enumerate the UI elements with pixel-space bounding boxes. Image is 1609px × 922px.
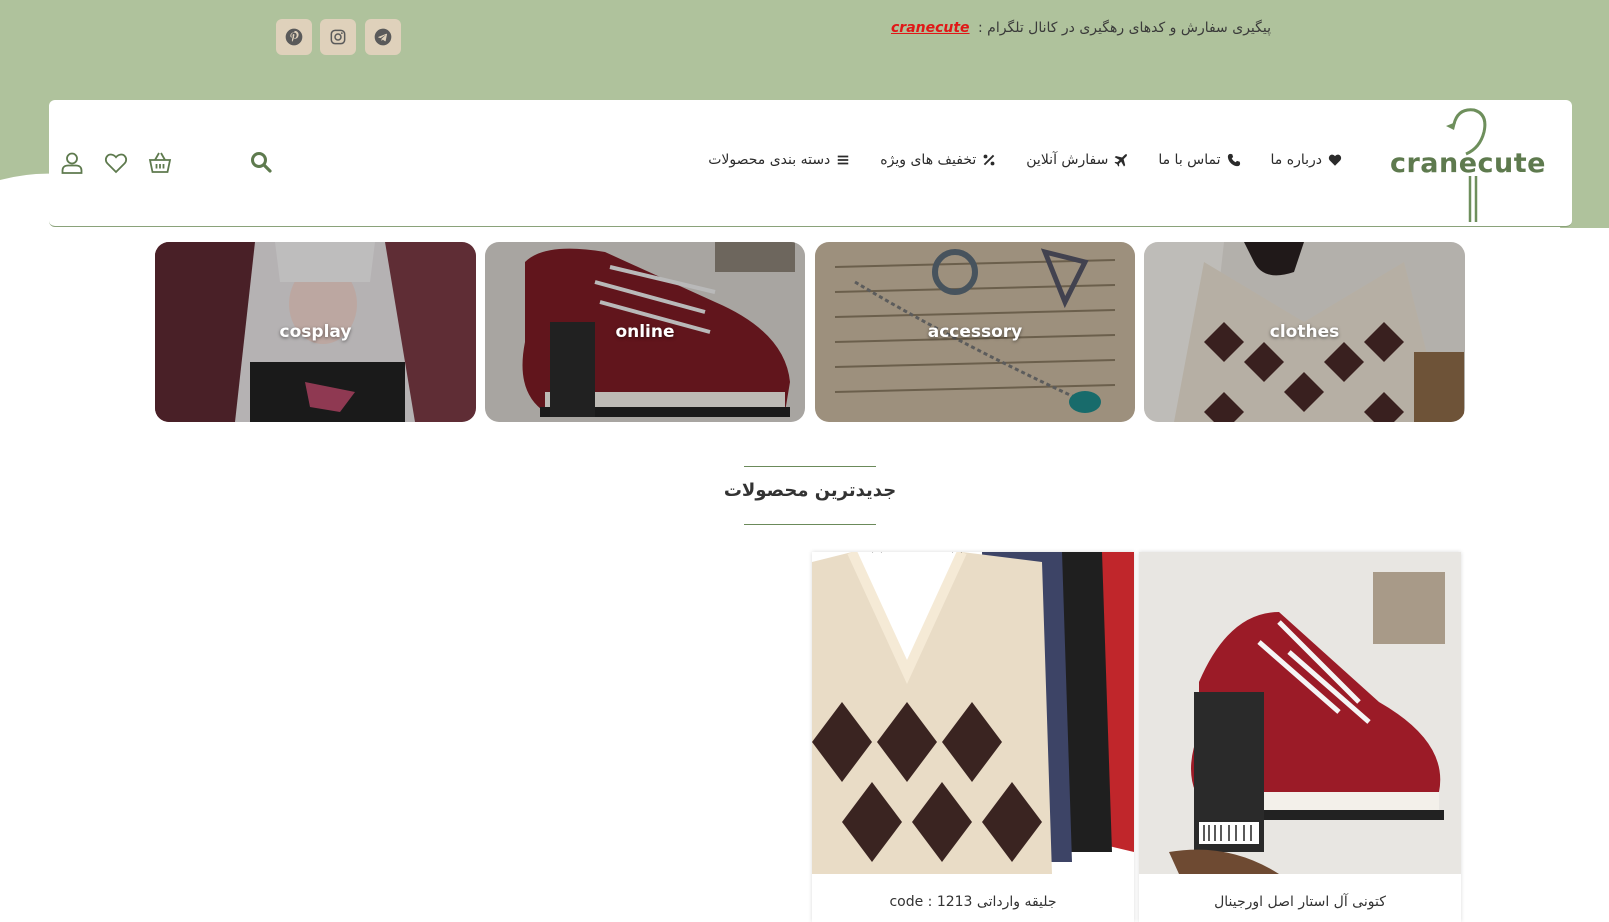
nav-item-discounts[interactable]: تخفیف های ویژه [880, 152, 996, 168]
nav-item-about[interactable]: درباره ما [1271, 152, 1342, 168]
nav-label: تماس با ما [1158, 152, 1221, 168]
site-logo[interactable]: cranecute [1390, 104, 1546, 224]
instagram-button[interactable] [320, 19, 356, 55]
plane-icon [1114, 154, 1128, 167]
search-button[interactable] [249, 150, 273, 174]
category-label: cosplay [279, 322, 352, 342]
instagram-icon [330, 29, 346, 45]
nav-label: درباره ما [1270, 152, 1322, 168]
section-divider-top [744, 466, 876, 467]
product-image [1139, 552, 1461, 874]
nav-label: سفارش آنلاین [1026, 152, 1109, 168]
heart-icon [1328, 154, 1342, 166]
section-title: جدیدترین محصولات [723, 480, 897, 501]
category-online[interactable]: online [485, 242, 805, 422]
announcement-message: پیگیری سفارش و کدهای رهگیری در کانال تلگ… [978, 20, 1271, 36]
sneaker-image [1139, 552, 1461, 874]
telegram-icon [374, 28, 392, 46]
category-cosplay[interactable]: cosplay [155, 242, 476, 422]
product-card[interactable]: کتونی آل استار اصل اورجینال [1139, 552, 1461, 922]
nav-label: دسته بندی محصولات [708, 152, 831, 168]
section-divider-bottom [744, 524, 876, 525]
wishlist-button[interactable] [103, 150, 129, 176]
logo-text: cranecute [1389, 148, 1546, 179]
telegram-button[interactable] [365, 19, 401, 55]
category-accessory[interactable]: accessory [815, 242, 1135, 422]
category-label: clothes [1269, 322, 1340, 342]
account-button[interactable] [59, 150, 85, 176]
nav-item-contact[interactable]: تماس با ما [1158, 152, 1240, 168]
pinterest-icon [285, 28, 303, 46]
main-header: cranecute دسته بندی محصولات تخفیف های وی… [49, 100, 1572, 227]
pinterest-button[interactable] [276, 19, 312, 55]
cart-button[interactable] [147, 150, 173, 176]
announcement-text: پیگیری سفارش و کدهای رهگیری در کانال تلگ… [891, 20, 1271, 36]
nav-item-online-order[interactable]: سفارش آنلاین [1026, 152, 1128, 168]
vest-image [812, 552, 1134, 874]
category-label: accessory [927, 322, 1023, 342]
nav-item-categories[interactable]: دسته بندی محصولات [708, 152, 850, 168]
category-label: online [615, 322, 675, 342]
product-image [812, 552, 1134, 874]
user-icon [61, 152, 83, 174]
category-clothes[interactable]: clothes [1144, 242, 1465, 422]
telegram-channel-link[interactable]: cranecute [891, 20, 970, 36]
heart-outline-icon [104, 153, 128, 174]
announcement-bar: پیگیری سفارش و کدهای رهگیری در کانال تلگ… [0, 0, 1609, 72]
product-card[interactable]: جلیقه وارداتی code : 1213 [812, 552, 1134, 922]
search-icon [251, 152, 272, 173]
main-nav: دسته بندی محصولات تخفیف های ویژه سفارش آ… [708, 152, 1342, 168]
percent-icon [983, 154, 995, 166]
basket-icon [148, 152, 172, 173]
menu-icon [838, 155, 849, 165]
nav-label: تخفیف های ویژه [880, 152, 977, 168]
product-name: جلیقه وارداتی code : 1213 [889, 894, 1057, 910]
product-name: کتونی آل استار اصل اورجینال [1214, 894, 1386, 910]
phone-icon [1227, 153, 1240, 167]
